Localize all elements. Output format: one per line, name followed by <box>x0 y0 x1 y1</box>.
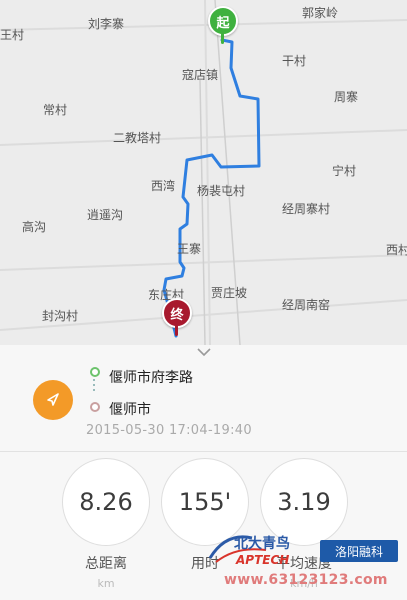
end-marker-label: 终 <box>162 298 192 328</box>
end-dot-icon <box>90 402 100 412</box>
end-address: 偃师市 <box>109 402 151 418</box>
map-label: 二教塔村 <box>113 131 162 145</box>
map-label: 杨裴屯村 <box>197 184 246 198</box>
map-label: 常村 <box>43 103 68 117</box>
start-dot-icon <box>90 367 100 377</box>
map-label: 高沟 <box>22 220 47 234</box>
map-label: 周寨 <box>334 90 359 104</box>
navigate-button[interactable] <box>33 380 73 420</box>
map-label: 西湾 <box>151 179 176 193</box>
map-label: 干村 <box>282 54 307 68</box>
map-label: 王村 <box>0 28 25 42</box>
map-label: 贾庄坡 <box>211 286 248 300</box>
map-label: 寇店镇 <box>182 68 219 82</box>
route-map[interactable]: 刘李寨 郭家岭 王村 寇店镇 干村 常村 周寨 二教塔村 宁村 西湾 杨裴屯村 … <box>0 0 407 345</box>
divider <box>0 451 407 452</box>
start-address: 偃师市府李路 <box>109 370 193 386</box>
watermark-brand-sub: APTECH <box>235 553 289 567</box>
watermark-logo: 北大青鸟 APTECH <box>208 535 290 567</box>
chevron-down-icon[interactable] <box>196 346 212 358</box>
watermark-badge: 洛阳融科 <box>320 540 398 562</box>
distance-value: 8.26 <box>62 458 150 546</box>
map-label: 经周南窑 <box>282 298 331 312</box>
end-marker[interactable]: 终 <box>162 298 192 338</box>
map-label: 西村 <box>386 243 407 257</box>
start-marker-label: 起 <box>208 6 238 36</box>
distance-label: 总距离 <box>85 556 127 572</box>
watermark-brand: 北大青鸟 <box>234 535 290 552</box>
trip-datetime: 2015-05-30 17:04-19:40 <box>86 423 252 438</box>
map-label: 逍遥沟 <box>87 208 124 222</box>
navigation-arrow-icon <box>47 393 59 406</box>
map-label: 郭家岭 <box>302 6 339 20</box>
map-label: 封沟村 <box>42 309 79 323</box>
map-label: 宁村 <box>332 164 357 178</box>
watermark-url: www.63123123.com <box>224 572 388 588</box>
map-label: 经周寨村 <box>282 202 331 216</box>
route-connector <box>93 379 95 394</box>
map-label: 王寨 <box>177 242 202 256</box>
distance-unit: km <box>97 577 115 590</box>
start-marker[interactable]: 起 <box>208 6 238 46</box>
map-label: 刘李寨 <box>88 17 125 31</box>
